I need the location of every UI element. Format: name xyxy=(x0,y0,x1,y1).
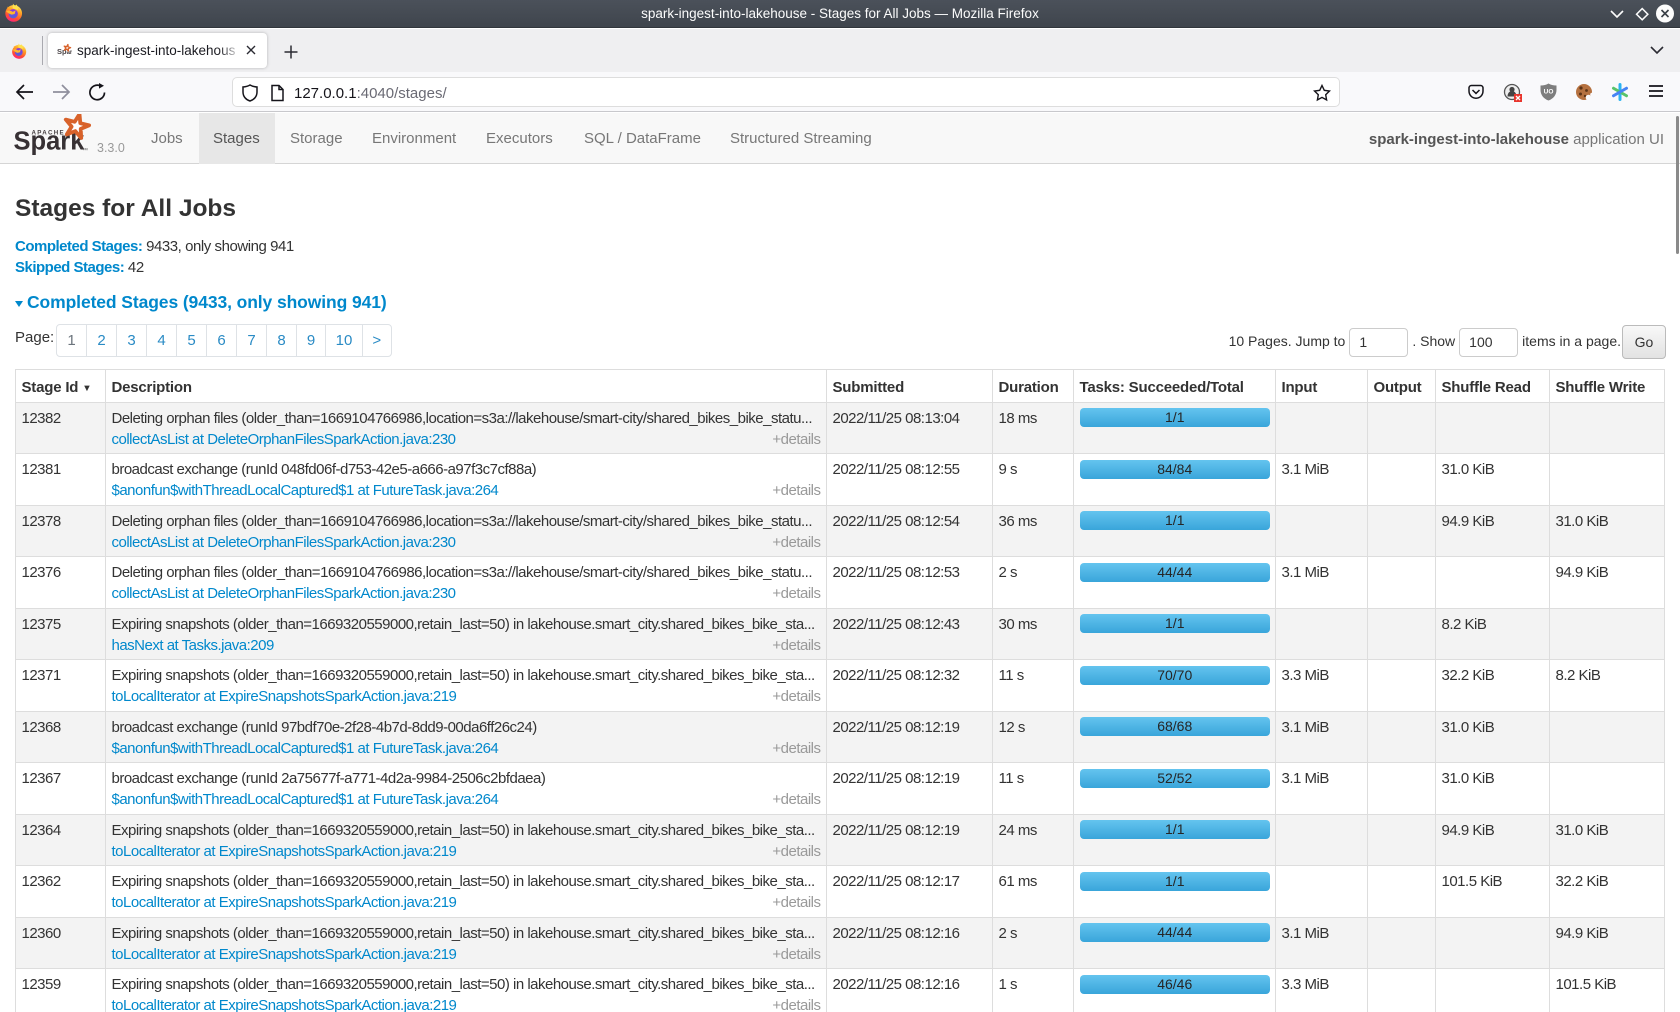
svg-text:UO: UO xyxy=(1544,89,1554,96)
svg-text:™: ™ xyxy=(82,147,88,154)
